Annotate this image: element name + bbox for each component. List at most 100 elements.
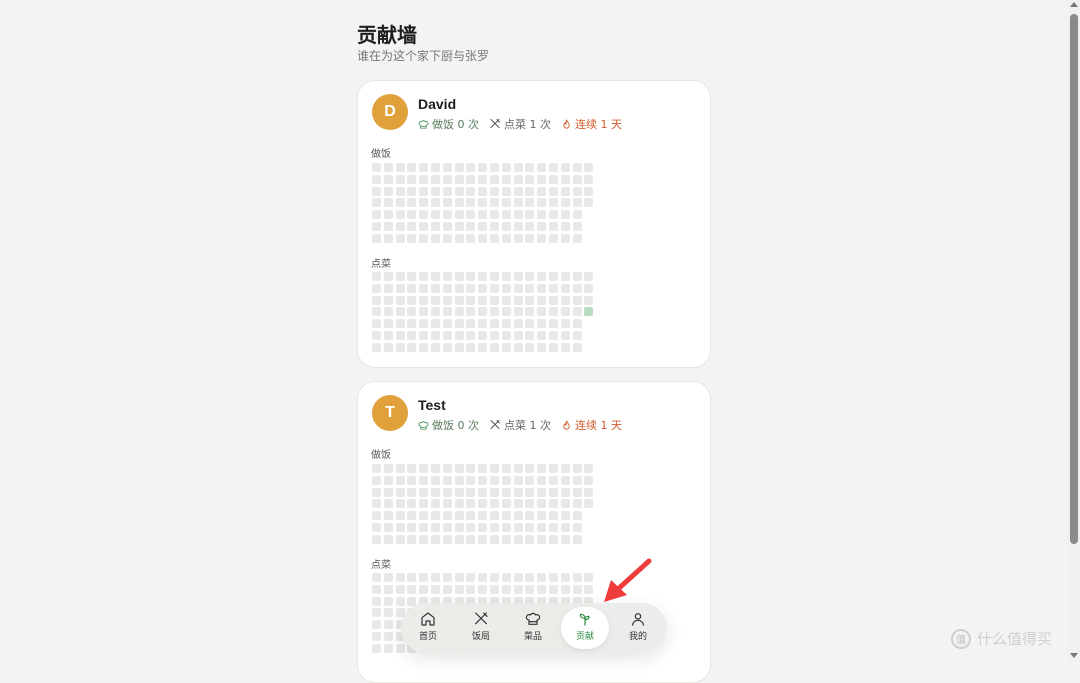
heatmap-cell [383,584,393,594]
heatmap-cell [501,573,511,582]
heatmap-cell [383,319,393,329]
heatmap-cell [584,499,594,509]
heatmap-cell [549,163,558,172]
heatmap-cell [478,342,488,352]
vertical-scrollbar[interactable] [1068,0,1080,662]
chef-hat-icon [418,420,429,430]
heatmap-cell [525,584,535,594]
heatmap-cell [395,342,405,352]
heatmap-cell [560,475,570,485]
heatmap-cell [513,573,523,582]
heatmap-cell [407,163,417,172]
heatmap-cell [372,511,381,521]
heatmap-cell [560,523,570,532]
heatmap-cell [501,499,511,509]
heatmap-cell [395,174,405,184]
nav-item-meals[interactable]: 饭局 [457,603,505,653]
heatmap-cell [419,222,429,231]
heatmap-cell [572,342,582,352]
heatmap-cell [513,487,523,497]
heatmap-cell [431,272,440,281]
heatmap-cell [584,272,594,281]
member-name: David [418,96,457,112]
heatmap-cell [572,319,582,329]
nav-item-home[interactable]: 首页 [404,603,452,653]
heatmap-cell [549,307,558,317]
heatmap-cell [419,331,429,340]
heatmap-cell [431,523,440,532]
heatmap-cell [395,295,405,305]
heatmap-cell [466,584,476,594]
watermark-text: 什么值得买 [977,630,1053,648]
heatmap-cell [537,511,547,521]
heatmap-cell [584,487,594,497]
heatmap-cell [454,186,464,196]
nav-item-dishes[interactable]: 菜品 [509,603,557,653]
heatmap-cell [372,319,381,329]
heatmap-cell [584,464,594,473]
scroll-up-arrow-icon[interactable] [1070,2,1078,7]
heatmap-cell [372,272,381,281]
heatmap-cell [525,464,535,473]
nav-item-contribution[interactable]: 贡献 [561,607,609,649]
flame-icon [563,118,570,129]
heatmap-cell [383,487,393,497]
heatmap-cell [419,295,429,305]
heatmap-cell [383,174,393,184]
heatmap-cell [395,487,405,497]
heatmap-cell [525,523,535,532]
heatmap-cell [466,283,476,293]
heatmap-cell [431,319,440,329]
heatmap-cell [572,534,582,544]
heatmap-cell [395,511,405,521]
heatmap-cell [454,499,464,509]
heatmap-cell [466,272,476,281]
scroll-thumb[interactable] [1070,14,1078,544]
heatmap-cell [490,464,499,473]
heatmap-cell [395,499,405,509]
heatmap-cell [513,534,523,544]
heatmap-cell [395,233,405,243]
streak-stat: 连续 1 天 [561,116,622,132]
heatmap-cell [513,198,523,208]
heatmap-cell [560,198,570,208]
heatmap-cell [419,534,429,544]
heatmap-cell [466,511,476,521]
heatmap-cell [513,331,523,340]
heatmap-cell [549,573,558,582]
heatmap-cell [431,198,440,208]
scroll-down-arrow-icon[interactable] [1070,653,1078,658]
heatmap-cell [419,573,429,582]
heatmap-cell [372,464,381,473]
heatmap-cell [383,475,393,485]
heatmap-cell [501,475,511,485]
heatmap-cell [383,233,393,243]
heatmap-cell [490,511,499,521]
heatmap-cell [501,342,511,352]
heatmap-cell [525,198,535,208]
heatmap-cell [454,295,464,305]
heatmap-cell [501,174,511,184]
heatmap-cell [584,295,594,305]
heatmap-cell [537,331,547,340]
heatmap-cell [383,534,393,544]
heatmap-cell [572,174,582,184]
heatmap-cell [501,163,511,172]
heatmap-cell [442,174,452,184]
heatmap-cell [584,198,594,208]
heatmap-cell [525,295,535,305]
nav-label: 首页 [418,632,437,642]
nav-item-profile[interactable]: 我的 [614,603,662,653]
heatmap-cell [490,573,499,582]
heatmap-cell [466,342,476,352]
heatmap-cell [513,319,523,329]
heatmap-cell [525,163,535,172]
heatmap-cell [537,283,547,293]
heatmap-cell [501,511,511,521]
heatmap-cell [395,319,405,329]
heatmap-cell [372,331,381,340]
heatmap-cell [431,573,440,582]
heatmap-cell [560,174,570,184]
heatmap-cell [454,272,464,281]
heatmap-cell [513,295,523,305]
